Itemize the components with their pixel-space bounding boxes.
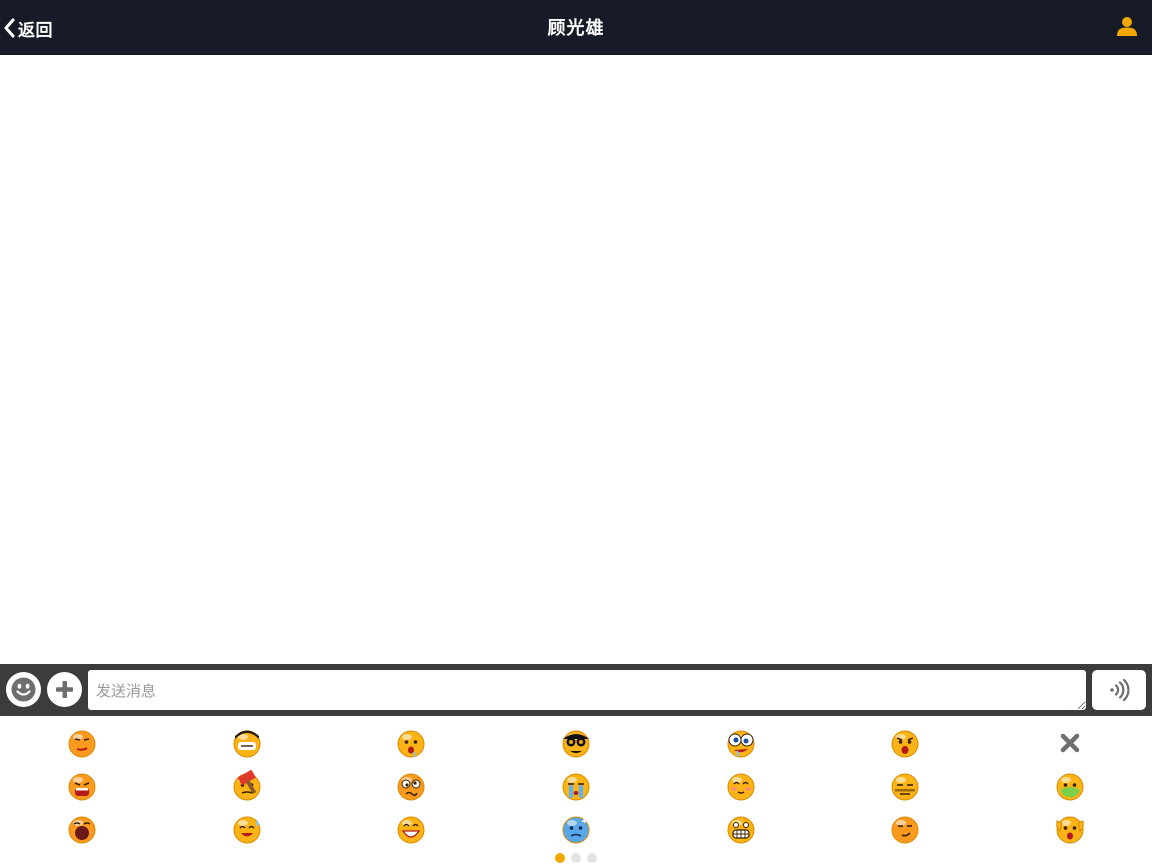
emoji-sunglasses[interactable] — [494, 721, 659, 764]
smirk-emoji-icon — [891, 816, 919, 843]
emoji-yawn[interactable] — [0, 807, 165, 850]
yawn-emoji-icon — [68, 816, 96, 843]
emoji-sweat-laugh[interactable] — [165, 807, 330, 850]
crazy-eyes-emoji-icon — [727, 730, 755, 757]
page-dot-2[interactable] — [571, 853, 581, 863]
close-icon — [1060, 733, 1079, 752]
hammer-emoji-icon — [233, 769, 261, 800]
confused-emoji-icon — [397, 773, 425, 800]
grin-emoji-icon — [397, 816, 425, 843]
chat-app: 返回 顾光雄 — [0, 0, 1152, 866]
speechless-emoji-icon — [891, 773, 919, 800]
message-list[interactable] — [0, 55, 1152, 664]
crying-emoji-icon — [562, 773, 590, 800]
emoji-shy[interactable] — [658, 764, 823, 807]
emoji-grin[interactable] — [329, 807, 494, 850]
emoji-delete-button[interactable] — [987, 721, 1152, 764]
sunglasses-emoji-icon — [562, 730, 590, 757]
emoji-confused[interactable] — [329, 764, 494, 807]
smug-emoji-icon — [68, 730, 96, 757]
emoji-surprised-hands[interactable] — [987, 807, 1152, 850]
message-input[interactable] — [88, 670, 1086, 710]
freezing-emoji-icon — [562, 814, 590, 843]
emoji-vomit[interactable] — [987, 764, 1152, 807]
page-dot-3[interactable] — [587, 853, 597, 863]
surprised-hands-emoji-icon — [1056, 816, 1084, 843]
grimace-emoji-icon — [727, 816, 755, 843]
emoji-smug[interactable] — [0, 721, 165, 764]
back-label: 返回 — [18, 20, 53, 41]
emoji-hammer[interactable] — [165, 764, 330, 807]
emoji-smirk[interactable] — [823, 807, 988, 850]
emoji-toggle-button[interactable] — [6, 672, 41, 707]
emoji-panel — [0, 716, 1152, 866]
emoji-cool-shades[interactable] — [165, 721, 330, 764]
input-bar — [0, 664, 1152, 716]
emoji-crying[interactable] — [494, 764, 659, 807]
plus-icon — [56, 681, 73, 698]
shy-emoji-icon — [727, 773, 755, 800]
top-bar: 返回 顾光雄 — [0, 0, 1152, 55]
smiley-icon — [11, 677, 36, 702]
emoji-page-indicator — [0, 853, 1152, 863]
emoji-grid — [0, 721, 1152, 850]
vomit-emoji-icon — [1056, 773, 1084, 800]
emoji-grimace[interactable] — [658, 807, 823, 850]
voice-button[interactable] — [1092, 670, 1146, 710]
voice-icon — [1110, 678, 1130, 702]
sweat-laugh-emoji-icon — [233, 816, 261, 843]
cool-shades-emoji-icon — [233, 730, 261, 757]
chevron-left-icon — [4, 18, 15, 38]
back-button[interactable]: 返回 — [2, 14, 53, 42]
page-dot-1[interactable] — [555, 853, 565, 863]
emoji-speechless[interactable] — [823, 764, 988, 807]
emoji-shout[interactable] — [0, 764, 165, 807]
emoji-crazy-eyes[interactable] — [658, 721, 823, 764]
profile-button[interactable] — [1116, 16, 1138, 38]
chat-title: 顾光雄 — [547, 18, 605, 39]
emoji-drool[interactable] — [329, 721, 494, 764]
user-icon — [1117, 17, 1137, 36]
emoji-freezing[interactable] — [494, 807, 659, 850]
emoji-shocked[interactable] — [823, 721, 988, 764]
shocked-emoji-icon — [891, 730, 919, 757]
more-options-button[interactable] — [47, 672, 82, 707]
shout-emoji-icon — [68, 773, 96, 800]
drool-emoji-icon — [397, 730, 425, 758]
